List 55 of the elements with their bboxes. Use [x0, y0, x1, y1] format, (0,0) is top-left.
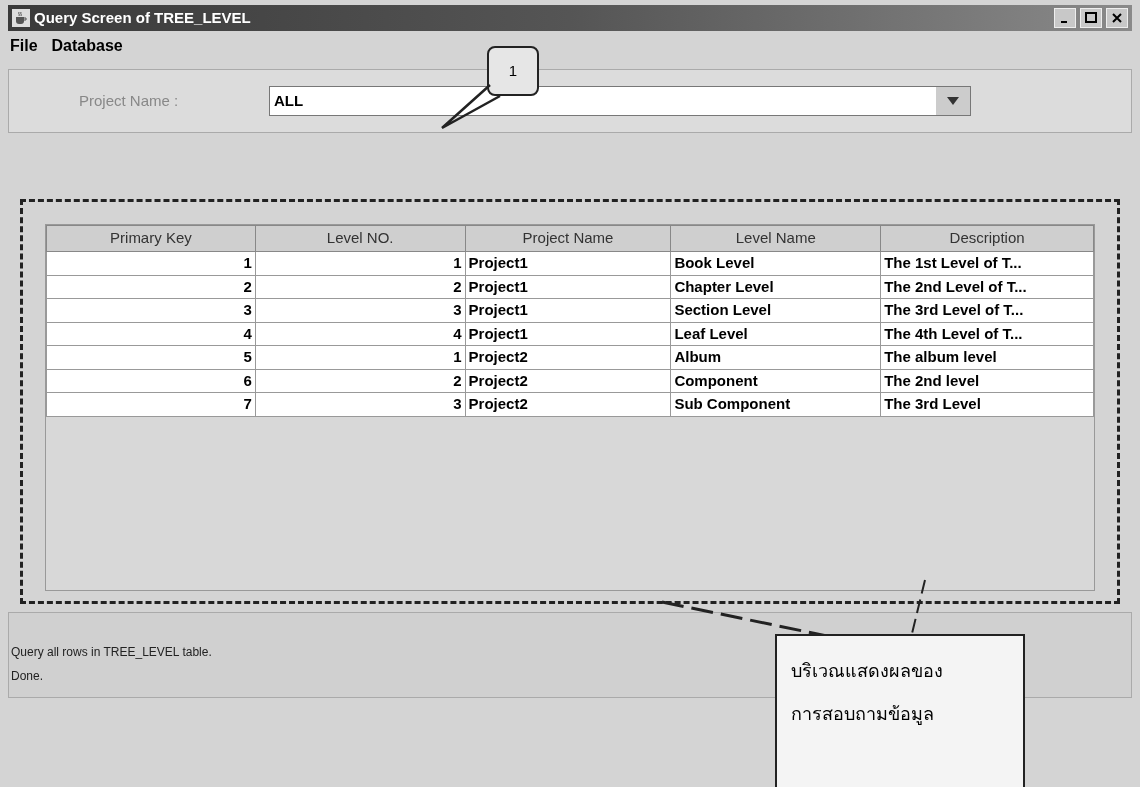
table-cell: Project1 — [465, 251, 671, 275]
caret-icon — [936, 87, 970, 115]
table-cell: Book Level — [670, 251, 881, 275]
table-cell: 7 — [46, 392, 256, 416]
table-cell: The 4th Level of T... — [880, 322, 1094, 346]
cup-icon — [12, 9, 30, 27]
table-cell: Album — [670, 345, 881, 369]
table-cell: The 1st Level of T... — [880, 251, 1094, 275]
table-cell: Sub Component — [670, 392, 881, 416]
table-cell: Project2 — [465, 345, 671, 369]
status-text: Done. — [11, 668, 44, 685]
table-cell: Project2 — [465, 392, 671, 416]
table-cell: 4 — [46, 322, 256, 346]
project-dropdown[interactable]: ALL — [269, 86, 971, 116]
table-cell: Project2 — [465, 369, 671, 393]
field-label: Project Name : — [79, 90, 180, 111]
table-cell: 1 — [46, 251, 256, 275]
table-cell: 3 — [255, 298, 466, 322]
table-cell: The 2nd Level of T... — [880, 275, 1094, 299]
column-header[interactable]: Level NO. — [255, 225, 466, 252]
table-cell: 1 — [255, 251, 466, 275]
table-cell: Project1 — [465, 322, 671, 346]
table-cell: Component — [670, 369, 881, 393]
table-cell: The 3rd Level — [880, 392, 1094, 416]
note-text: การสอบถามข้อมูล — [791, 703, 935, 727]
status-text: Query all rows in TREE_LEVEL table. — [11, 644, 212, 661]
table-cell: 3 — [46, 298, 256, 322]
table-cell: Project1 — [465, 275, 671, 299]
window-title: Query Screen of TREE_LEVEL — [34, 7, 251, 28]
table-cell: The 2nd level — [880, 369, 1094, 393]
column-header[interactable]: Level Name — [670, 225, 881, 252]
table-cell: 2 — [255, 275, 466, 299]
maximize-icon[interactable] — [1080, 8, 1102, 28]
table-cell: 6 — [46, 369, 256, 393]
table-cell: 1 — [255, 345, 466, 369]
table-cell: Chapter Level — [670, 275, 881, 299]
table-cell: Section Level — [670, 298, 881, 322]
table-cell: The 3rd Level of T... — [880, 298, 1094, 322]
table-cell: The album level — [880, 345, 1094, 369]
minimize-icon[interactable] — [1054, 8, 1076, 28]
number-callout: 1 — [487, 46, 539, 96]
column-header[interactable]: Primary Key — [46, 225, 256, 252]
note-text: บริเวณแสดงผลของ — [791, 660, 944, 683]
table-cell: 2 — [255, 369, 466, 393]
table-cell: 3 — [255, 392, 466, 416]
table-cell: Leaf Level — [670, 322, 881, 346]
menu-item[interactable]: File — [10, 34, 38, 58]
table-cell: 2 — [46, 275, 256, 299]
column-header[interactable]: Description — [880, 225, 1094, 252]
close-icon[interactable] — [1106, 8, 1128, 28]
menu-item[interactable]: Database — [51, 34, 123, 58]
table-cell: Project1 — [465, 298, 671, 322]
table-cell: 4 — [255, 322, 466, 346]
table-cell: 5 — [46, 345, 256, 369]
column-header[interactable]: Project Name — [465, 225, 671, 252]
